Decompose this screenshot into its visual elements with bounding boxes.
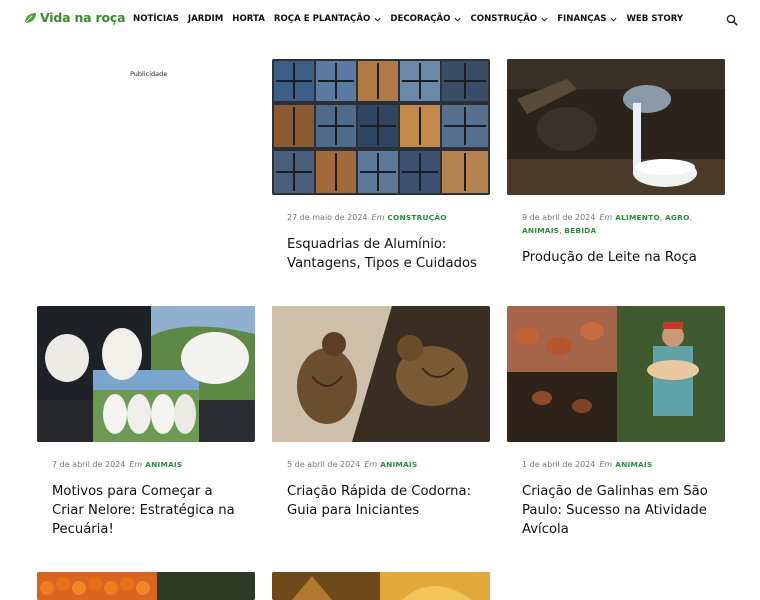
category-link[interactable]: CONSTRUÇÃO	[387, 213, 446, 222]
post-em: Em	[599, 460, 613, 469]
post-date: 7 de abril de 2024	[52, 460, 126, 469]
nav-item-financas[interactable]: FINANÇAS	[557, 14, 617, 24]
ad-label: Publicidade	[130, 70, 168, 78]
search-icon[interactable]	[726, 14, 738, 26]
post-date: 1 de abril de 2024	[522, 460, 596, 469]
post-card	[272, 572, 490, 600]
nav-label: JARDIM	[187, 14, 224, 24]
post-title[interactable]: Criação Rápida de Codorna: Guia para Ini…	[272, 482, 490, 520]
post-thumbnail[interactable]	[507, 59, 725, 195]
category-link[interactable]: BEBIDA	[564, 226, 596, 235]
post-em: Em	[599, 213, 613, 222]
post-meta: 1 de abril de 2024 Em ANIMAIS	[507, 458, 725, 471]
nav-item-jardim[interactable]: JARDIM	[188, 14, 223, 24]
nav-label: HORTA	[232, 14, 265, 24]
nav-label: FINANÇAS	[557, 14, 607, 24]
nav-label: CONSTRUÇÃO	[470, 14, 538, 24]
leaf-icon	[24, 12, 36, 23]
post-card: 7 de abril de 2024 Em ANIMAIS Motivos para…	[37, 306, 255, 539]
post-title[interactable]: Motivos para Começar a Criar Nelore: Est…	[37, 482, 255, 539]
post-card: 27 de maio de 2024 Em CONSTRUÇÃO Esquadria…	[272, 59, 490, 273]
chevron-down-icon	[374, 17, 381, 22]
quail-image	[272, 306, 490, 442]
logo-text: Vida na roça	[40, 10, 126, 25]
chevron-down-icon	[541, 17, 548, 22]
milk-image	[507, 59, 725, 195]
post-em: Em	[129, 460, 143, 469]
post-card: 1 de abril de 2024 Em ANIMAIS Criação de G…	[507, 306, 725, 539]
post-title[interactable]: Produção de Leite na Roça	[507, 248, 725, 267]
oranges-image	[37, 572, 255, 600]
post-em: Em	[364, 460, 378, 469]
grain-image	[272, 572, 490, 600]
post-meta: 7 de abril de 2024 Em ANIMAIS	[37, 458, 255, 471]
nav-label: NOTÍCIAS	[133, 14, 179, 24]
post-date: 27 de maio de 2024	[287, 213, 368, 222]
category-link[interactable]: AGRO	[665, 213, 690, 222]
nav-item-horta[interactable]: HORTA	[232, 14, 265, 24]
post-thumbnail[interactable]	[272, 59, 490, 195]
post-thumbnail[interactable]	[37, 306, 255, 442]
nav-item-decoracao[interactable]: DECORAÇÃO	[390, 14, 461, 24]
post-meta: 27 de maio de 2024 Em CONSTRUÇÃO	[272, 211, 490, 224]
category-link[interactable]: ANIMAIS	[145, 460, 182, 469]
post-thumbnail[interactable]	[272, 306, 490, 442]
post-meta: 9 de abril de 2024 Em ALIMENTO, AGRO, ANIMA…	[522, 213, 693, 235]
category-link[interactable]: ALIMENTO	[615, 213, 660, 222]
nav-item-web-story[interactable]: WEB STORY	[626, 14, 683, 24]
post-card	[37, 572, 255, 600]
post-date: 5 de abril de 2024	[287, 460, 361, 469]
category-link[interactable]: ANIMAIS	[380, 460, 417, 469]
chevron-down-icon	[454, 17, 461, 22]
nav-label: ROÇA E PLANTAÇÃO	[273, 14, 371, 24]
chevron-down-icon	[610, 17, 617, 22]
windows-image	[272, 59, 490, 195]
category-link[interactable]: ANIMAIS	[615, 460, 652, 469]
nav-item-roca-e-plantacao[interactable]: ROÇA E PLANTAÇÃO	[274, 14, 381, 24]
post-thumbnail[interactable]	[272, 572, 490, 600]
nav-label: DECORAÇÃO	[390, 14, 451, 24]
nav-label: WEB STORY	[626, 14, 684, 24]
nav-item-noticias[interactable]: NOTÍCIAS	[133, 14, 179, 24]
post-em: Em	[371, 213, 385, 222]
nav-item-construcao[interactable]: CONSTRUÇÃO	[470, 14, 548, 24]
post-date: 9 de abril de 2024	[522, 213, 596, 222]
category-link[interactable]: ANIMAIS	[522, 226, 559, 235]
post-thumbnail[interactable]	[507, 306, 725, 442]
site-logo[interactable]: Vida na roça	[23, 10, 126, 25]
post-meta: 5 de abril de 2024 Em ANIMAIS	[272, 458, 490, 471]
site-header: Vida na roça NOTÍCIAS JARDIM HORTA ROÇA …	[0, 0, 760, 40]
post-card: 5 de abril de 2024 Em ANIMAIS Criação Rápi…	[272, 306, 490, 520]
post-thumbnail[interactable]	[37, 572, 255, 600]
post-card: 9 de abril de 2024 Em ALIMENTO, AGRO, ANIMA…	[507, 59, 725, 267]
cattle-image	[37, 306, 255, 442]
post-title[interactable]: Criação de Galinhas em São Paulo: Sucess…	[507, 482, 725, 539]
main-nav: NOTÍCIAS JARDIM HORTA ROÇA E PLANTAÇÃO D…	[133, 14, 692, 24]
post-title[interactable]: Esquadrias de Alumínio: Vantagens, Tipos…	[272, 235, 490, 273]
chickens-image	[507, 306, 725, 442]
